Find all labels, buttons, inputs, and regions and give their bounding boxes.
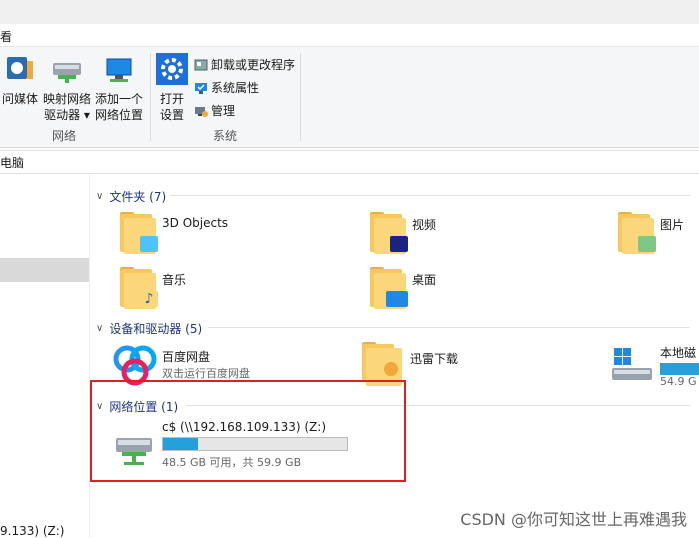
xunlei-bird-icon bbox=[384, 362, 398, 376]
menu-bar: 看 bbox=[0, 24, 699, 47]
address-path: 电脑 bbox=[0, 156, 25, 170]
program-icon bbox=[194, 58, 208, 72]
section-divider bbox=[170, 195, 690, 196]
window-title-bar bbox=[0, 0, 699, 24]
access-media-button[interactable]: 问媒体 bbox=[0, 53, 40, 107]
content-pane: ∨ 文件夹 (7) 3D Objects 视频 图片 ♪ 音乐 桌面 ∨ 设备和… bbox=[90, 174, 699, 538]
highlight-annotation-box bbox=[90, 380, 406, 482]
open-settings-button[interactable]: 打开 设置 bbox=[155, 53, 189, 123]
film-icon bbox=[390, 236, 408, 252]
folder-item-videos[interactable]: 视频 bbox=[368, 212, 436, 254]
music-note-icon: ♪ bbox=[140, 291, 158, 307]
system-group-label: 系统 bbox=[213, 129, 238, 143]
computer-management-icon bbox=[194, 104, 208, 118]
uninstall-program-button[interactable]: 卸载或更改程序 bbox=[194, 56, 295, 73]
folder-icon bbox=[616, 212, 656, 254]
address-bar[interactable]: 电脑 bbox=[0, 150, 699, 174]
picture-icon bbox=[638, 236, 656, 252]
nav-item-network-drive[interactable]: 9.133) (Z:) bbox=[0, 524, 64, 538]
desktop-icon bbox=[386, 291, 408, 307]
windows-drive-icon bbox=[610, 342, 658, 382]
folder-item-desktop[interactable]: 桌面 bbox=[368, 267, 436, 309]
system-properties-button[interactable]: 系统属性 bbox=[194, 79, 259, 96]
folder-icon bbox=[118, 212, 158, 254]
watermark: CSDN @你可知这世上再难遇我 bbox=[460, 510, 687, 529]
menu-view[interactable]: 看 bbox=[0, 28, 12, 45]
media-icon bbox=[0, 53, 40, 89]
section-divider bbox=[208, 327, 690, 328]
map-network-drive-button[interactable]: 映射网络 驱动器 ▾ bbox=[42, 53, 92, 123]
network-location-icon bbox=[93, 53, 145, 89]
navigation-pane: 9.133) (Z:) bbox=[0, 174, 90, 538]
nav-selected-item[interactable] bbox=[0, 258, 89, 282]
ribbon-separator bbox=[300, 53, 301, 141]
cube-icon bbox=[140, 236, 158, 252]
section-devices-header[interactable]: ∨ 设备和驱动器 (5) bbox=[96, 320, 202, 337]
chevron-down-icon: ∨ bbox=[96, 191, 104, 202]
section-folders-header[interactable]: ∨ 文件夹 (7) bbox=[96, 188, 166, 205]
chevron-down-icon: ∨ bbox=[96, 323, 104, 334]
folder-icon bbox=[368, 267, 408, 309]
device-item-local-disk[interactable]: 本地磁 54.9 G bbox=[610, 342, 699, 388]
ribbon: 问媒体 映射网络 驱动器 ▾ 添加一个 网络位置 网络 打开 设置 卸载或更改程… bbox=[0, 47, 699, 148]
settings-gear-icon bbox=[155, 53, 189, 89]
add-network-location-button[interactable]: 添加一个 网络位置 bbox=[93, 53, 145, 123]
ribbon-separator bbox=[150, 53, 151, 141]
monitor-check-icon bbox=[194, 81, 208, 95]
manage-button[interactable]: 管理 bbox=[194, 102, 235, 119]
network-drive-icon bbox=[42, 53, 92, 89]
folder-item-pictures[interactable]: 图片 bbox=[616, 212, 684, 254]
disk-usage-bar bbox=[660, 363, 699, 375]
network-group-label: 网络 bbox=[52, 129, 77, 143]
folder-icon: ♪ bbox=[118, 267, 158, 309]
folder-item-music[interactable]: ♪ 音乐 bbox=[118, 267, 186, 309]
folder-icon bbox=[368, 212, 408, 254]
folder-item-3d-objects[interactable]: 3D Objects bbox=[118, 212, 228, 254]
